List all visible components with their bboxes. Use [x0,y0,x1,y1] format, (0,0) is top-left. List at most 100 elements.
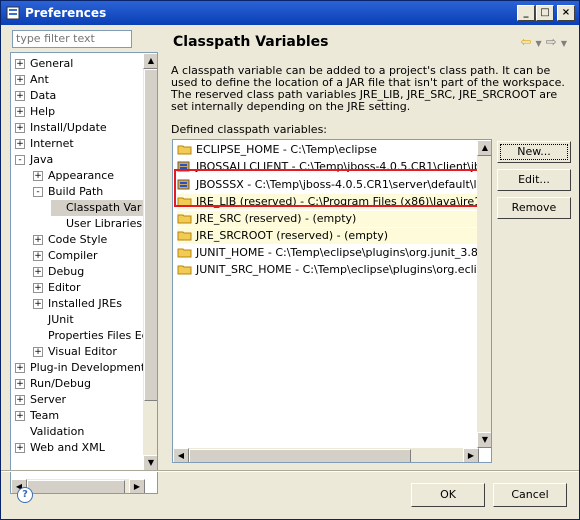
tree-item[interactable]: - Java [15,152,55,168]
variable-list-item[interactable]: JRE_SRC (reserved) - (empty) [177,211,477,227]
tree-item[interactable]: + Visual Editor [33,344,119,360]
tree-hscroll-thumb[interactable] [27,480,125,493]
variable-text: JUNIT_SRC_HOME - C:\Temp\eclipse\plugins… [196,263,492,276]
tree-item-label: Appearance [48,169,115,182]
expand-icon[interactable]: + [15,411,25,421]
expand-icon[interactable]: + [15,395,25,405]
expand-icon[interactable]: + [33,299,43,309]
jar-variable-icon [177,178,192,190]
tree-item[interactable]: Validation [15,424,86,440]
forward-arrow-icon[interactable]: ⇨ [546,35,557,50]
tree-item-label: Data [30,89,57,102]
tree-item[interactable]: + Ant [15,72,51,88]
expand-icon[interactable]: + [15,123,25,133]
collapse-icon[interactable]: - [33,187,43,197]
list-scroll-left-icon[interactable]: ◀ [173,448,189,462]
tree-item[interactable]: + Installed JREs [33,296,124,312]
cancel-button[interactable]: Cancel [493,483,567,507]
minimize-button[interactable]: _ [517,5,535,21]
tree-item-label: User Libraries [66,217,143,230]
variable-list-item[interactable]: JUNIT_SRC_HOME - C:\Temp\eclipse\plugins… [177,262,491,278]
scroll-up-icon[interactable]: ▲ [143,53,157,69]
expand-icon[interactable]: + [15,107,25,117]
variable-list-item[interactable]: ECLIPSE_HOME - C:\Temp\eclipse [177,142,477,158]
variable-list-item[interactable]: JRE_SRCROOT (reserved) - (empty) [177,228,477,244]
tree-item-label: Internet [30,137,74,150]
expand-icon[interactable]: + [33,267,43,277]
tree-item-label: Build Path [48,185,104,198]
list-hscroll-thumb[interactable] [189,449,411,462]
preferences-app-icon [6,6,20,20]
variable-list-item[interactable]: JRE_LIB (reserved) - C:\Program Files (x… [177,194,491,210]
expand-icon[interactable]: + [33,347,43,357]
tree-item[interactable]: + Install/Update [15,120,109,136]
tree-item[interactable]: Classpath Var [51,200,144,216]
tree-item[interactable]: + Run/Debug [15,376,93,392]
remove-button[interactable]: Remove [497,197,571,219]
tree-scroll-thumb[interactable] [144,69,157,401]
new-button[interactable]: New... [497,141,571,163]
tree-item[interactable]: + Appearance [33,168,116,184]
list-scroll-up-icon[interactable]: ▲ [477,140,491,156]
tree-item[interactable]: + Code Style [33,232,109,248]
tree-item[interactable]: + Web and XML [15,440,107,456]
expand-icon[interactable]: + [15,379,25,389]
tree-item[interactable]: + Plug-in Development [15,360,147,376]
forward-dropdown-icon[interactable]: ▼ [561,39,567,48]
variable-text: JBOSSSX - C:\Temp\jboss-4.0.5.CR1\server… [196,178,492,191]
expand-icon[interactable]: + [15,443,25,453]
tree-item[interactable]: + General [15,56,75,72]
tree-item[interactable]: + Server [15,392,68,408]
ok-button[interactable]: OK [411,483,485,507]
close-button[interactable]: × [557,5,575,21]
tree-item[interactable]: + Internet [15,136,76,152]
folder-variable-icon [177,246,192,258]
tree-item[interactable]: User Libraries [51,216,144,232]
filter-input[interactable] [12,30,132,48]
tree-item[interactable]: + Team [15,408,61,424]
expand-icon[interactable]: + [33,235,43,245]
list-scroll-down-icon[interactable]: ▼ [477,432,491,448]
tree-item-label: Code Style [48,233,108,246]
tree-item[interactable]: + Help [15,104,57,120]
variable-list-item[interactable]: JBOSSSX - C:\Temp\jboss-4.0.5.CR1\server… [177,177,491,193]
variable-text: JRE_SRCROOT (reserved) - (empty) [196,229,389,242]
list-vertical-scrollbar[interactable]: ▲ ▼ [477,140,491,448]
tree-item[interactable]: + Editor [33,280,83,296]
tree-vertical-scrollbar[interactable]: ▲ ▼ [143,53,157,471]
expand-icon[interactable]: + [33,171,43,181]
expand-icon[interactable]: + [15,91,25,101]
variable-list-item[interactable]: JBOSSALLCLIENT - C:\Temp\jboss-4.0.5.CR1… [177,159,491,175]
variable-list-item[interactable]: JUNIT_HOME - C:\Temp\eclipse\plugins\org… [177,245,488,261]
list-scroll-right-icon[interactable]: ▶ [463,448,479,462]
preferences-nav-panel: + General + Ant + Data + Help + Install/Update + In… [9,29,158,494]
edit-button[interactable]: Edit... [497,169,571,191]
collapse-icon[interactable]: - [15,155,25,165]
back-arrow-icon[interactable]: ⇦ [520,35,531,50]
scroll-right-icon[interactable]: ▶ [129,479,145,493]
title-bar[interactable]: Preferences _ □ × [1,1,579,25]
maximize-button[interactable]: □ [536,5,554,21]
tree-item[interactable]: + Debug [33,264,86,280]
classpath-variables-list[interactable]: ECLIPSE_HOME - C:\Temp\eclipse JBOSSALLCL… [172,139,492,463]
expand-icon[interactable]: + [15,363,25,373]
tree-item-label: Properties Files Ed [48,329,149,342]
scroll-down-icon[interactable]: ▼ [143,455,157,471]
defined-variables-label: Defined classpath variables: [171,123,328,136]
tree-item[interactable]: + Compiler [33,248,100,264]
history-nav: ⇦ ▼ ⇨ ▼ [520,35,567,50]
list-horizontal-scrollbar[interactable]: ◀ ▶ [173,448,479,462]
tree-item-label: Visual Editor [48,345,117,358]
tree-item[interactable]: JUnit [33,312,76,328]
tree-item[interactable]: - Build Path [33,184,105,200]
back-dropdown-icon[interactable]: ▼ [536,39,542,48]
tree-item[interactable]: Properties Files Ed [33,328,151,344]
tree-item[interactable]: + Data [15,88,58,104]
expand-icon[interactable]: + [33,283,43,293]
expand-icon[interactable]: + [15,139,25,149]
expand-icon[interactable]: + [15,59,25,69]
tree-item-label: Run/Debug [30,377,91,390]
expand-icon[interactable]: + [33,251,43,261]
help-icon[interactable]: ? [17,487,33,503]
expand-icon[interactable]: + [15,75,25,85]
